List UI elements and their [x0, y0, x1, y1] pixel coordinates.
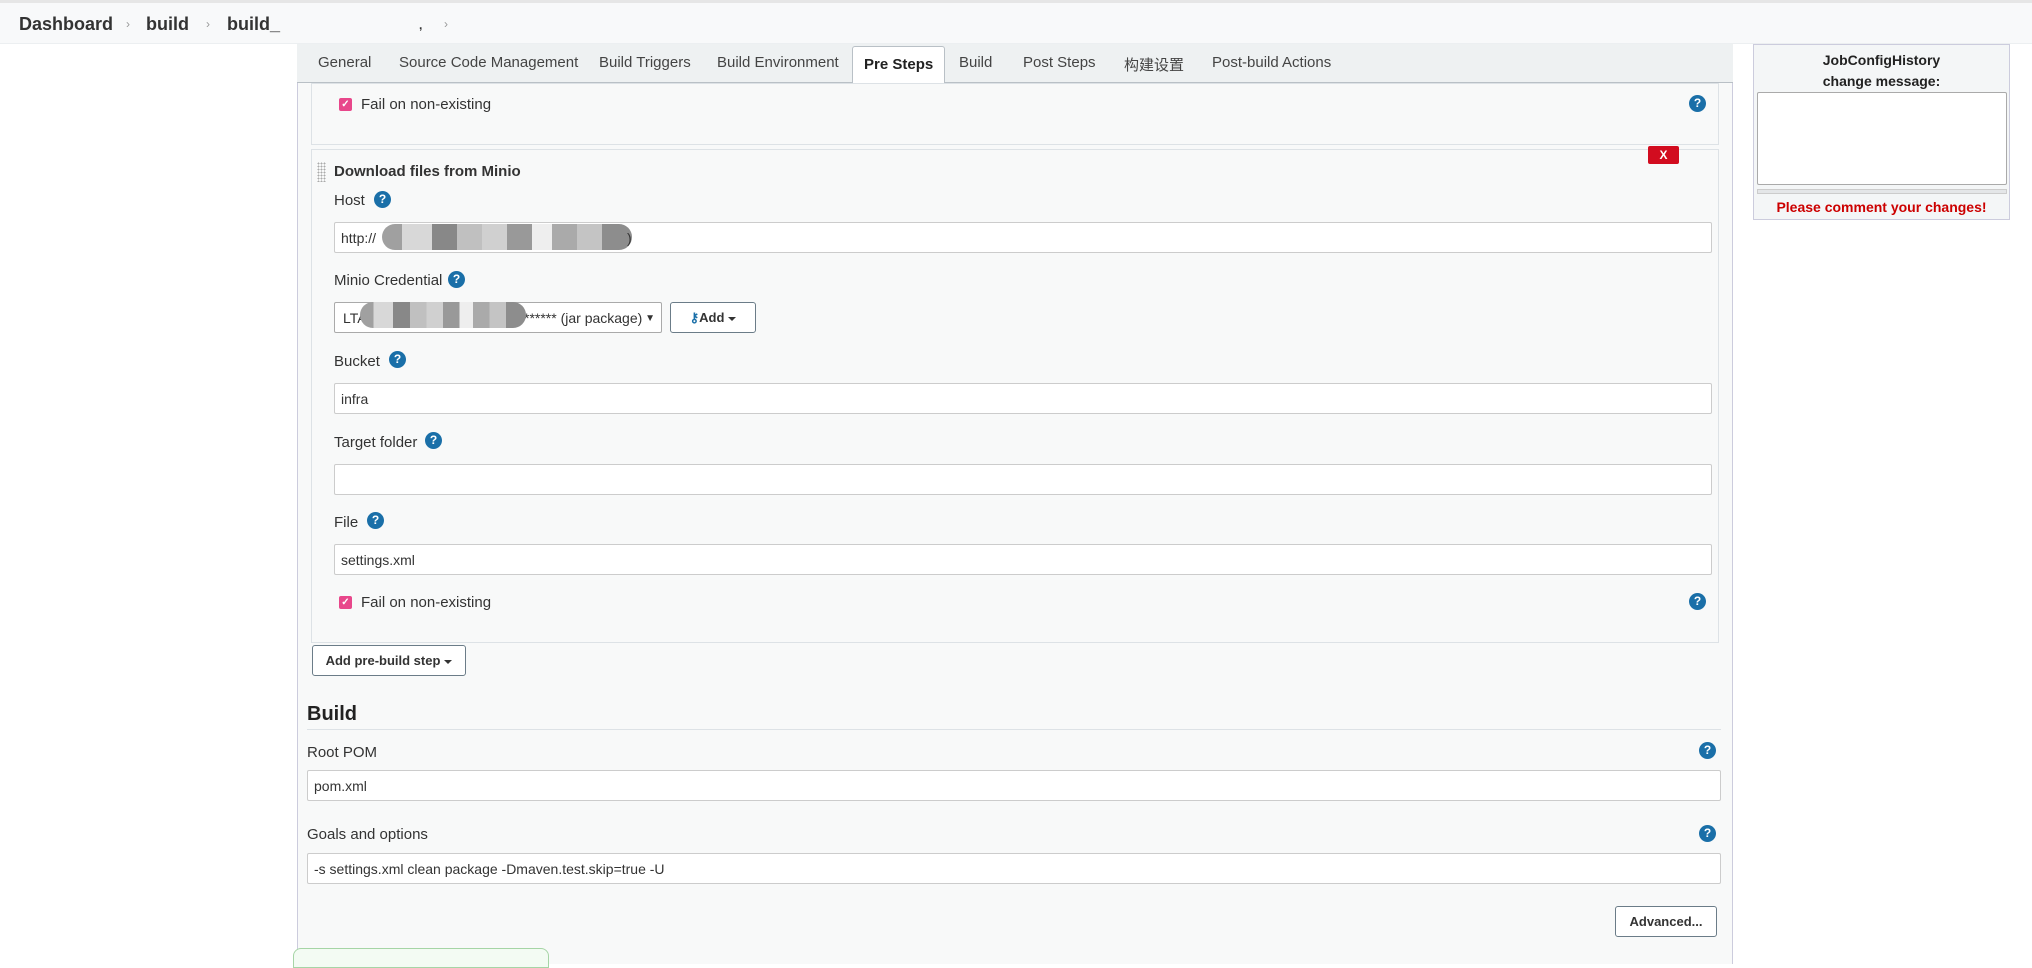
host-value-prefix: http:// [341, 230, 377, 246]
breadcrumb-dashboard[interactable]: Dashboard [19, 14, 113, 35]
tab-general[interactable]: General [318, 54, 371, 71]
prebuild-step-previous [311, 83, 1719, 145]
tab-source-code-management[interactable]: Source Code Management [399, 54, 578, 71]
root-pom-label: Root POM [307, 744, 378, 761]
tab-post-steps[interactable]: Post Steps [1023, 54, 1096, 71]
bottom-panel-edge [293, 948, 549, 968]
help-icon[interactable]: ? [425, 432, 442, 449]
file-input[interactable]: settings.xml [334, 544, 1712, 575]
resize-grip-icon[interactable] [1757, 189, 2007, 194]
host-value-suffix: ) [627, 230, 632, 246]
chevron-right-icon: › [444, 17, 448, 31]
help-icon[interactable]: ? [1689, 593, 1706, 610]
side-title-line1: JobConfigHistory [1822, 52, 1941, 68]
fail-on-nonexisting-checkbox-1[interactable]: ✓ [339, 98, 352, 111]
comment-warning: Please comment your changes! [1776, 199, 1987, 215]
breadcrumb-suffix: , [419, 18, 423, 32]
tab-pre-steps[interactable]: Pre Steps [852, 46, 946, 84]
help-icon[interactable]: ? [374, 191, 391, 208]
tab-build[interactable]: Build [959, 54, 992, 71]
caret-down-icon [728, 316, 737, 321]
side-title-line2: change message: [1822, 73, 1941, 89]
drag-handle-icon[interactable] [317, 162, 326, 182]
help-icon[interactable]: ? [1689, 95, 1706, 112]
root-pom-input[interactable]: pom.xml [307, 770, 1721, 801]
fail-on-nonexisting-checkbox-2[interactable]: ✓ [339, 596, 352, 609]
credential-value-suffix: ****** (jar package) [524, 310, 643, 326]
breadcrumb-build[interactable]: build [146, 14, 189, 35]
tab-build-environment[interactable]: Build Environment [717, 54, 839, 71]
add-credential-button[interactable]: ⚷Add [670, 302, 756, 333]
add-pre-build-step-label: Add pre-build step [325, 653, 441, 668]
chevron-down-icon: ▼ [645, 313, 655, 324]
chevron-right-icon: › [126, 17, 130, 31]
key-icon: ⚷ [689, 310, 700, 325]
help-icon[interactable]: ? [448, 271, 465, 288]
breadcrumb-job[interactable]: build_ [227, 14, 280, 35]
help-icon[interactable]: ? [1699, 742, 1716, 759]
host-label: Host [334, 192, 365, 209]
fail-on-nonexisting-label-2: Fail on non-existing [361, 594, 492, 611]
target-folder-label: Target folder [334, 434, 418, 451]
file-label: File [334, 514, 359, 531]
step-title: Download files from Minio [334, 163, 521, 180]
help-icon[interactable]: ? [1699, 825, 1716, 842]
help-icon[interactable]: ? [389, 351, 406, 368]
change-message-textarea[interactable] [1757, 92, 2007, 185]
bucket-label: Bucket [334, 353, 380, 370]
tab-build-settings[interactable]: 构建设置 [1124, 54, 1184, 75]
advanced-button[interactable]: Advanced... [1615, 906, 1717, 937]
job-config-history-panel: JobConfigHistory change message: Please … [1753, 44, 2010, 220]
breadcrumb-bar: Dashboard › build › build_ , › [0, 0, 2032, 44]
tab-post-build-actions[interactable]: Post-build Actions [1212, 54, 1331, 71]
credential-label: Minio Credential [334, 272, 443, 289]
add-pre-build-step-button[interactable]: Add pre-build step [312, 645, 466, 676]
redacted-credential [360, 302, 526, 328]
section-divider [307, 729, 1721, 730]
config-tabs: General Source Code Management Build Tri… [297, 44, 1733, 84]
redacted-host [382, 224, 632, 250]
goals-options-input[interactable]: -s settings.xml clean package -Dmaven.te… [307, 853, 1721, 884]
bucket-input[interactable]: infra [334, 383, 1712, 414]
goals-options-label: Goals and options [307, 826, 428, 843]
fail-on-nonexisting-label-1: Fail on non-existing [361, 96, 492, 113]
delete-step-button[interactable]: X [1648, 146, 1679, 164]
chevron-right-icon: › [206, 17, 210, 31]
target-folder-input[interactable] [334, 464, 1712, 495]
build-section-title: Build [307, 703, 357, 725]
caret-down-icon [444, 659, 453, 664]
help-icon[interactable]: ? [367, 512, 384, 529]
tab-build-triggers[interactable]: Build Triggers [599, 54, 691, 71]
add-credential-label: Add [699, 310, 725, 325]
